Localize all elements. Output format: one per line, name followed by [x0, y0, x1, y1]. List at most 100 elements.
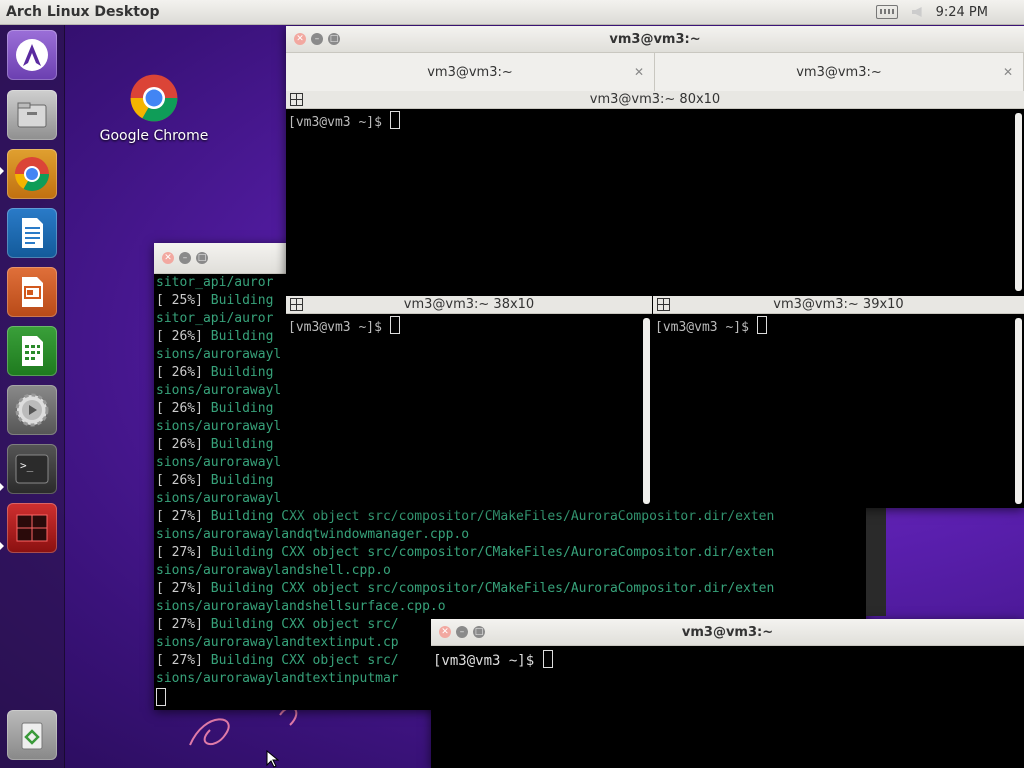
build-output-line: sions/aurorawaylandshellsurface.cpp.o — [156, 598, 864, 616]
window-title: vm3@vm3:~ — [681, 624, 774, 640]
build-output-line: [ 27%] Building CXX object src/composito… — [156, 580, 864, 598]
window-shadow — [866, 508, 886, 616]
tab-label: vm3@vm3:~ — [427, 64, 513, 80]
top-panel: Arch Linux Desktop 9:24 PM — [0, 0, 1024, 25]
pane-title: vm3@vm3:~ 39x10 — [773, 297, 904, 312]
trash-icon[interactable] — [7, 710, 57, 760]
build-output-text: Building — [210, 401, 274, 416]
build-output-text: sions/aurorawayl — [156, 491, 282, 506]
progress-percent: [ 26%] — [156, 437, 211, 452]
tab-bar: vm3@vm3:~ ✕ vm3@vm3:~ ✕ — [286, 53, 1024, 92]
close-button[interactable]: ✕ — [162, 252, 174, 264]
grid-icon[interactable] — [290, 298, 303, 311]
top-panel-title: Arch Linux Desktop — [6, 4, 160, 20]
prompt-text: [vm3@vm3 ~]$ — [288, 320, 390, 335]
scrollbar[interactable] — [643, 318, 650, 504]
progress-percent: [ 26%] — [156, 401, 211, 416]
terminal-cursor — [542, 650, 553, 668]
terminal-pane-bottom-right[interactable]: vm3@vm3:~ 39x10 [vm3@vm3 ~]$ — [653, 296, 1024, 508]
build-output-text: Building CXX object src/compositor/CMake… — [210, 545, 775, 560]
pane-title: vm3@vm3:~ 38x10 — [403, 297, 535, 312]
terminal-icon[interactable]: >_ — [7, 444, 57, 494]
pane-header: vm3@vm3:~ 38x10 — [286, 296, 652, 314]
arch-logo-icon[interactable] — [7, 30, 57, 80]
build-output-text: sions/aurorawayl — [156, 383, 282, 398]
progress-percent: [ 27%] — [156, 545, 211, 560]
window-titlebar[interactable]: ✕ – □ vm3@vm3:~ — [286, 26, 1024, 53]
build-output-text: Building CXX object src/compositor/CMake… — [210, 509, 775, 524]
main-terminal-window[interactable]: ✕ – □ vm3@vm3:~ vm3@vm3:~ ✕ vm3@vm3:~ ✕ vm… — [286, 26, 1024, 508]
close-button[interactable]: ✕ — [294, 33, 306, 45]
maximize-button[interactable]: □ — [473, 626, 485, 638]
progress-percent: [ 25%] — [156, 293, 211, 308]
build-output-text: sions/aurorawaylandshell.cpp.o — [156, 563, 391, 578]
terminal-cursor — [756, 316, 767, 334]
running-indicator — [0, 542, 4, 550]
running-indicator — [0, 483, 4, 491]
progress-percent: [ 27%] — [156, 653, 211, 668]
desktop-icon-google-chrome[interactable]: Google Chrome — [98, 72, 210, 144]
minimize-button[interactable]: – — [179, 252, 191, 264]
terminal-prompt[interactable]: [vm3@vm3 ~]$ — [286, 314, 652, 339]
build-output-line: sions/aurorawaylandqtwindowmanager.cpp.o — [156, 526, 864, 544]
prompt-text: [vm3@vm3 ~]$ — [433, 653, 543, 669]
terminal-pane-bottom-left[interactable]: vm3@vm3:~ 38x10 [vm3@vm3 ~]$ — [286, 296, 652, 508]
terminal-cursor — [389, 111, 400, 129]
libreoffice-impress-icon[interactable] — [7, 267, 57, 317]
build-output-line: [ 27%] Building CXX object src/composito… — [156, 508, 864, 526]
clock[interactable]: 9:24 PM — [936, 5, 988, 20]
chrome-icon[interactable] — [7, 149, 57, 199]
build-output-text: sions/aurorawaylandqtwindowmanager.cpp.o — [156, 527, 470, 542]
minimize-button[interactable]: – — [311, 33, 323, 45]
build-output-text: sions/aurorawaylandtextinput.cp — [156, 635, 399, 650]
pane-header: vm3@vm3:~ 39x10 — [653, 296, 1024, 314]
scrollbar[interactable] — [1015, 113, 1022, 291]
progress-percent: [ 26%] — [156, 329, 211, 344]
maximize-button[interactable]: □ — [196, 252, 208, 264]
window-title: vm3@vm3:~ — [609, 31, 701, 47]
keyboard-icon[interactable] — [875, 5, 898, 19]
build-output-text: Building — [210, 365, 274, 380]
close-tab-icon[interactable]: ✕ — [1003, 65, 1013, 79]
terminal-prompt[interactable]: [vm3@vm3 ~]$ — [653, 314, 1024, 339]
pane-header: vm3@vm3:~ 80x10 — [286, 91, 1024, 109]
tab-1[interactable]: vm3@vm3:~ ✕ — [286, 53, 655, 91]
small-terminal-window[interactable]: ✕ – □ vm3@vm3:~ [vm3@vm3 ~]$ — [431, 619, 1024, 768]
prompt-text: [vm3@vm3 ~]$ — [288, 115, 390, 130]
build-output-text: sions/aurorawayl — [156, 347, 282, 362]
build-output-text: Building — [210, 473, 274, 488]
build-output-line: [ 27%] Building CXX object src/composito… — [156, 544, 864, 562]
scrollbar[interactable] — [1015, 318, 1022, 504]
window-titlebar[interactable]: ✕ – □ vm3@vm3:~ — [431, 619, 1024, 646]
settings-icon[interactable] — [7, 385, 57, 435]
build-output-line: sions/aurorawaylandshell.cpp.o — [156, 562, 864, 580]
build-output-text: Building CXX object src/compositor/CMake… — [210, 581, 775, 596]
terminal-prompt[interactable]: [vm3@vm3 ~]$ — [431, 646, 1024, 672]
build-output-text: sitor_api/auror — [156, 275, 274, 290]
maximize-button[interactable]: □ — [328, 33, 340, 45]
progress-percent: [ 27%] — [156, 509, 211, 524]
libreoffice-calc-icon[interactable] — [7, 326, 57, 376]
launcher: >_ — [0, 24, 65, 768]
minimize-button[interactable]: – — [456, 626, 468, 638]
close-tab-icon[interactable]: ✕ — [634, 65, 644, 79]
build-output-text: Building — [210, 437, 274, 452]
libreoffice-writer-icon[interactable] — [7, 208, 57, 258]
build-output-text: Building — [210, 293, 274, 308]
files-icon[interactable] — [7, 90, 57, 140]
terminator-icon[interactable] — [7, 503, 57, 553]
progress-percent: [ 26%] — [156, 365, 211, 380]
grid-icon[interactable] — [657, 298, 670, 311]
terminal-prompt[interactable]: [vm3@vm3 ~]$ — [286, 109, 1024, 134]
build-output-text: Building CXX object src/ — [210, 617, 399, 632]
terminal-cursor — [389, 316, 400, 334]
close-button[interactable]: ✕ — [439, 626, 451, 638]
volume-icon[interactable] — [911, 7, 922, 17]
grid-icon[interactable] — [290, 93, 303, 106]
svg-text:>_: >_ — [20, 459, 34, 472]
build-output-text: sions/aurorawayl — [156, 455, 282, 470]
desktop-icon-label: Google Chrome — [99, 128, 209, 144]
tab-2[interactable]: vm3@vm3:~ ✕ — [655, 53, 1024, 91]
terminal-pane-top[interactable]: vm3@vm3:~ 80x10 [vm3@vm3 ~]$ — [286, 91, 1024, 296]
pane-title: vm3@vm3:~ 80x10 — [589, 92, 721, 107]
